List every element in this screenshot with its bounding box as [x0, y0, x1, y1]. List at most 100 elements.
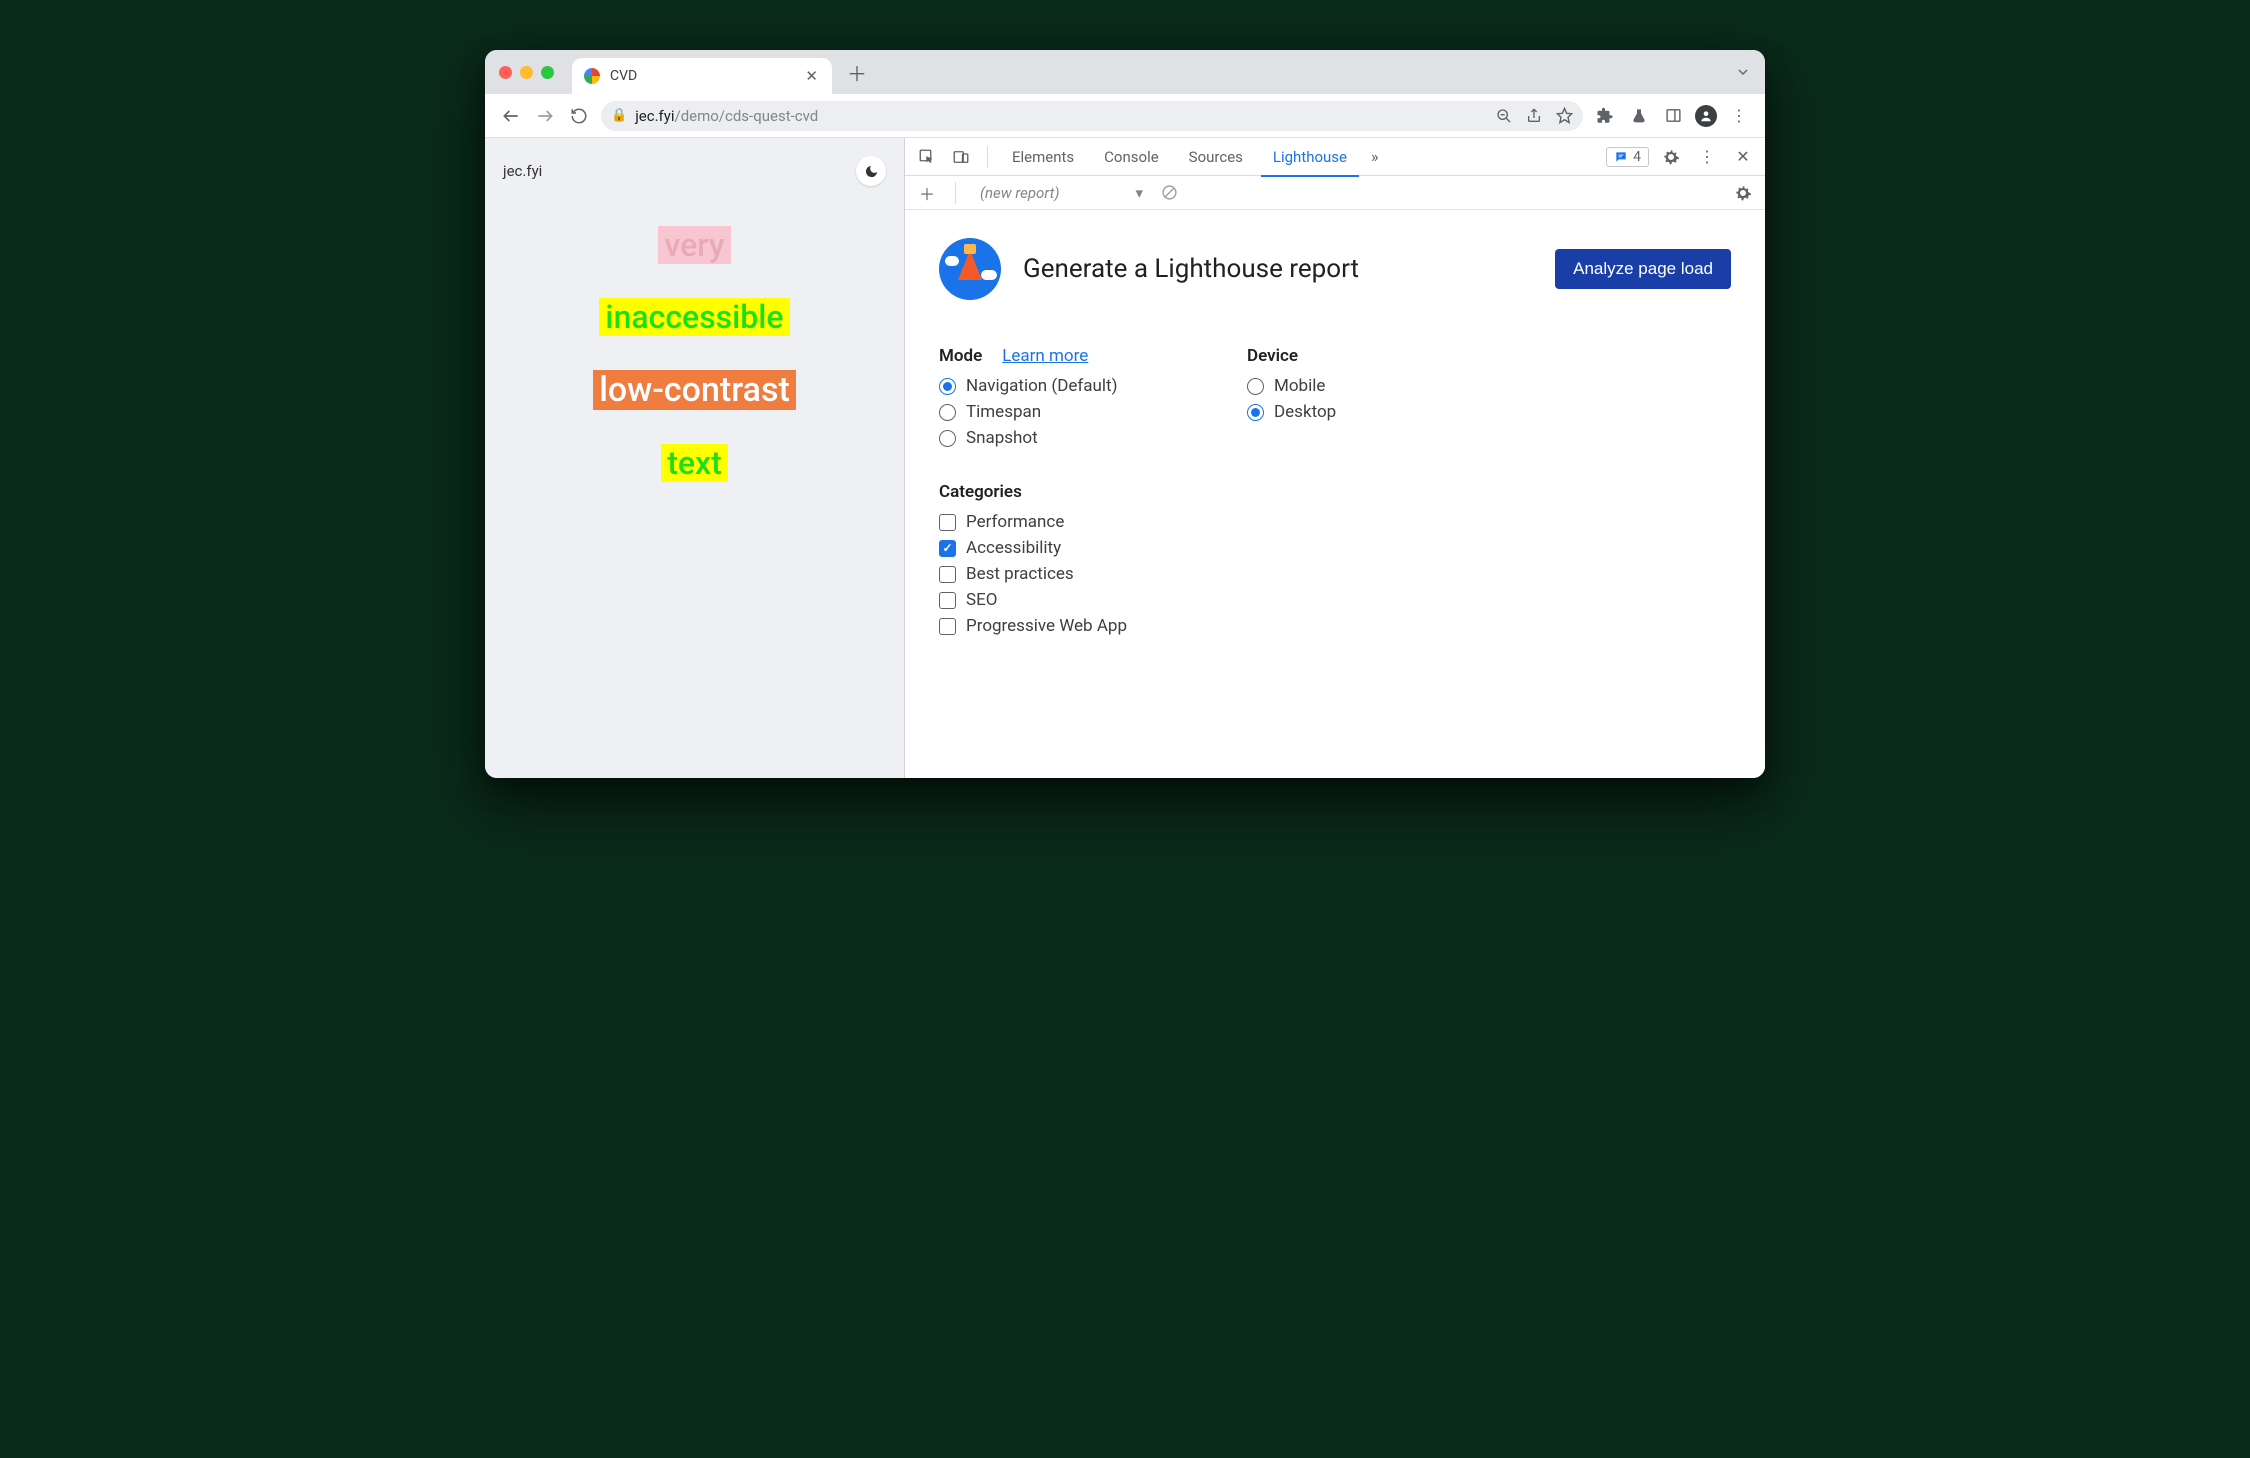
device-option-label: Mobile [1274, 376, 1325, 396]
inspect-icon[interactable] [913, 143, 941, 171]
category-option[interactable]: ✓Accessibility [939, 538, 1127, 558]
webpage-pane: jec.fyi very inaccessible low-contrast t… [485, 138, 905, 778]
lighthouse-settings-icon[interactable] [1729, 179, 1757, 207]
demo-word: low-contrast [593, 370, 796, 410]
lighthouse-options: Mode Learn more Navigation (Default) Tim… [939, 346, 1731, 642]
learn-more-link[interactable]: Learn more [1002, 346, 1088, 366]
categories-label: Categories [939, 482, 1022, 502]
radio-icon [1247, 404, 1264, 421]
mode-option-label: Navigation (Default) [966, 376, 1118, 396]
category-option[interactable]: Performance [939, 512, 1127, 532]
report-dropdown-label: (new report) [980, 184, 1059, 202]
radio-icon [1247, 378, 1264, 395]
tab-console[interactable]: Console [1092, 138, 1171, 176]
category-option-label: Progressive Web App [966, 616, 1127, 636]
mode-option[interactable]: Timespan [939, 402, 1127, 422]
issues-count: 4 [1633, 149, 1641, 165]
mode-option[interactable]: Snapshot [939, 428, 1127, 448]
category-option-label: Performance [966, 512, 1064, 532]
tab-lighthouse[interactable]: Lighthouse [1261, 138, 1359, 176]
devtools-menu-icon[interactable]: ⋮ [1693, 143, 1721, 171]
category-option[interactable]: Best practices [939, 564, 1127, 584]
separator [955, 182, 956, 204]
lock-icon: 🔒 [611, 108, 627, 123]
demo-words: very inaccessible low-contrast text [503, 226, 886, 482]
device-option-label: Desktop [1274, 402, 1336, 422]
browser-menu-icon[interactable]: ⋮ [1727, 106, 1751, 125]
zoom-icon[interactable] [1496, 108, 1512, 124]
tab-elements[interactable]: Elements [1000, 138, 1086, 176]
devtools-tabbar: Elements Console Sources Lighthouse » 4 … [905, 138, 1765, 176]
star-icon[interactable] [1556, 107, 1573, 124]
address-bar[interactable]: 🔒 jec.fyi/demo/cds-quest-cvd [601, 101, 1583, 131]
tab-title: CVD [610, 68, 795, 84]
radio-icon [939, 378, 956, 395]
category-option-label: Best practices [966, 564, 1074, 584]
url-path: /demo/cds-quest-cvd [675, 107, 819, 125]
checkbox-icon [939, 514, 956, 531]
lighthouse-logo-icon [939, 238, 1001, 300]
report-dropdown[interactable]: (new report) ▾ [970, 182, 1153, 204]
mode-option-label: Snapshot [966, 428, 1038, 448]
device-column: Device Mobile Desktop [1247, 346, 1336, 642]
category-option[interactable]: Progressive Web App [939, 616, 1127, 636]
mode-option[interactable]: Navigation (Default) [939, 376, 1127, 396]
site-name: jec.fyi [503, 162, 542, 180]
demo-word: inaccessible [599, 298, 789, 336]
checkbox-icon [939, 566, 956, 583]
forward-icon[interactable] [533, 104, 557, 128]
maximize-window-icon[interactable] [541, 66, 554, 79]
tab-sources[interactable]: Sources [1177, 138, 1255, 176]
category-option[interactable]: SEO [939, 590, 1127, 610]
lighthouse-panel: Generate a Lighthouse report Analyze pag… [905, 210, 1765, 670]
mode-label: Mode [939, 346, 982, 366]
checkbox-icon [939, 592, 956, 609]
content-area: jec.fyi very inaccessible low-contrast t… [485, 138, 1765, 778]
device-option[interactable]: Mobile [1247, 376, 1336, 396]
share-icon[interactable] [1526, 108, 1542, 124]
browser-window: CVD ✕ ＋ 🔒 jec.fyi/demo/cds-quest-cvd [485, 50, 1765, 778]
device-label: Device [1247, 346, 1298, 366]
more-tabs-icon[interactable]: » [1365, 147, 1385, 166]
close-window-icon[interactable] [499, 66, 512, 79]
category-option-label: SEO [966, 590, 997, 610]
profile-avatar[interactable] [1695, 105, 1717, 127]
close-devtools-icon[interactable]: ✕ [1729, 143, 1757, 171]
favicon-icon [584, 68, 600, 84]
tab-list-chevron-icon[interactable] [1735, 64, 1751, 80]
issues-button[interactable]: 4 [1606, 147, 1649, 167]
url-text: jec.fyi/demo/cds-quest-cvd [635, 107, 818, 125]
back-icon[interactable] [499, 104, 523, 128]
browser-toolbar: 🔒 jec.fyi/demo/cds-quest-cvd ⋮ [485, 94, 1765, 138]
browser-tab[interactable]: CVD ✕ [572, 58, 832, 94]
device-option[interactable]: Desktop [1247, 402, 1336, 422]
mode-column: Mode Learn more Navigation (Default) Tim… [939, 346, 1127, 642]
clear-icon[interactable] [1161, 184, 1178, 201]
settings-icon[interactable] [1657, 143, 1685, 171]
url-host: jec.fyi [635, 107, 674, 125]
chat-icon [1614, 150, 1628, 164]
demo-word: very [658, 226, 730, 264]
labs-icon[interactable] [1627, 107, 1651, 125]
browser-tab-strip: CVD ✕ ＋ [485, 50, 1765, 94]
categories-section: Categories Performance ✓Accessibility Be… [939, 482, 1127, 636]
extensions-icon[interactable] [1593, 107, 1617, 125]
analyze-button[interactable]: Analyze page load [1555, 249, 1731, 289]
new-tab-button[interactable]: ＋ [842, 57, 872, 87]
checkbox-icon: ✓ [939, 540, 956, 557]
devtools-pane: Elements Console Sources Lighthouse » 4 … [905, 138, 1765, 778]
caret-down-icon: ▾ [1135, 184, 1143, 202]
page-header: jec.fyi [503, 156, 886, 186]
mode-option-label: Timespan [966, 402, 1041, 422]
separator [987, 146, 988, 168]
reload-icon[interactable] [567, 104, 591, 128]
add-report-icon[interactable]: ＋ [913, 179, 941, 207]
minimize-window-icon[interactable] [520, 66, 533, 79]
close-tab-icon[interactable]: ✕ [805, 67, 818, 85]
side-panel-icon[interactable] [1661, 107, 1685, 124]
dark-mode-toggle[interactable] [856, 156, 886, 186]
lighthouse-title: Generate a Lighthouse report [1023, 254, 1359, 284]
radio-icon [939, 430, 956, 447]
lighthouse-header: Generate a Lighthouse report Analyze pag… [939, 238, 1731, 300]
device-toolbar-icon[interactable] [947, 143, 975, 171]
